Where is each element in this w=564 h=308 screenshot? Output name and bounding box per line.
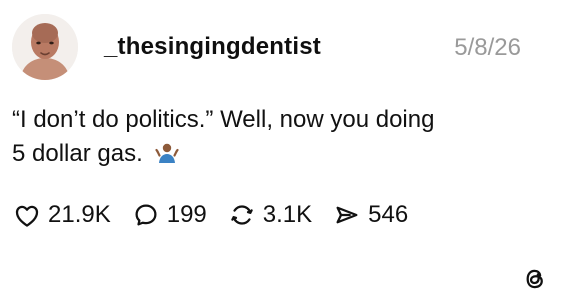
threads-logo-icon <box>526 269 543 289</box>
post-date: 5/8/26 <box>454 34 521 61</box>
comment-count: 199 <box>166 201 207 228</box>
post-actions: 21.9K 199 3.1K 546 <box>12 199 408 231</box>
send-icon <box>336 206 358 224</box>
post-text-line-2-copy: 5 dollar gas. <box>12 140 143 167</box>
author-avatar[interactable] <box>12 14 78 80</box>
repost-icon <box>231 205 253 225</box>
comment-bubble-icon <box>135 204 157 226</box>
heart-icon <box>15 205 39 227</box>
comment-action[interactable]: 199 <box>131 200 207 230</box>
post-text-line-2: 5 dollar gas. <box>12 137 532 171</box>
post-text-line-1: “I don’t do politics.” Well, now you doi… <box>12 106 435 133</box>
author-username[interactable]: _thesingingdentist <box>104 33 321 61</box>
threads-post-card: _thesingingdentist 5/8/26 “I don’t do po… <box>0 0 564 308</box>
like-count: 21.9K <box>48 201 111 228</box>
profile-avatar-icon <box>12 14 78 80</box>
share-count: 546 <box>368 201 409 228</box>
share-action[interactable]: 546 <box>332 200 408 230</box>
repost-count: 3.1K <box>262 201 313 228</box>
shrug-person-icon <box>155 143 180 163</box>
like-action[interactable]: 21.9K <box>12 200 111 230</box>
post-text: “I don’t do politics.” Well, now you doi… <box>12 103 532 171</box>
repost-action[interactable]: 3.1K <box>227 200 312 230</box>
